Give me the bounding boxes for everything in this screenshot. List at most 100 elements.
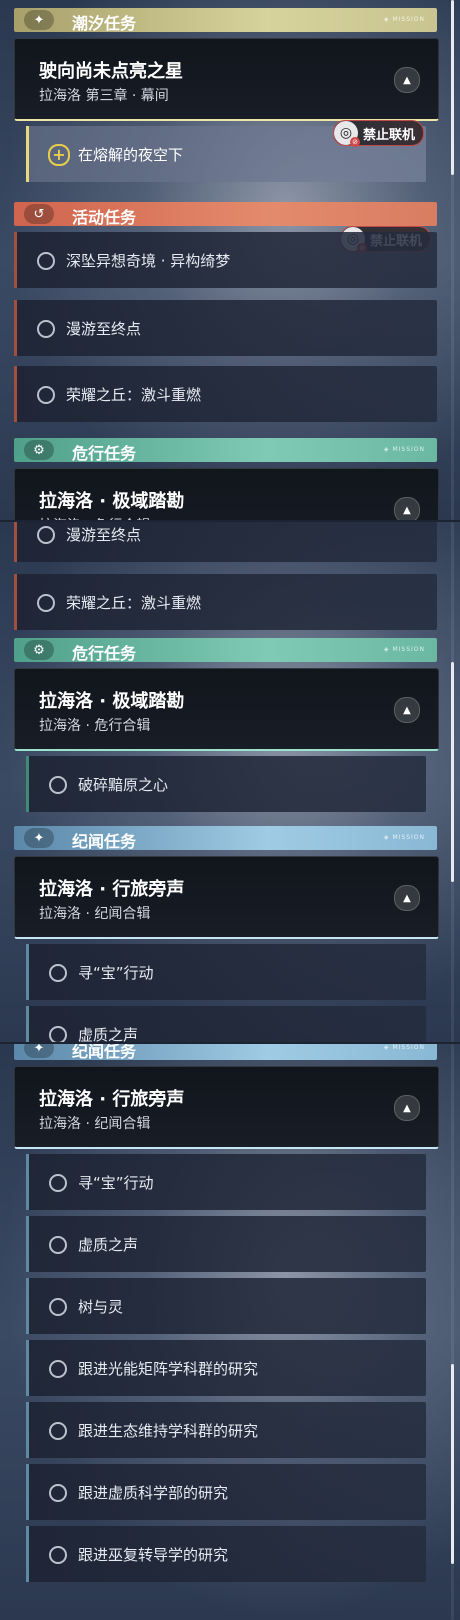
- task-item[interactable]: 跟进生态维持学科群的研究: [26, 1402, 426, 1458]
- circle-icon: [37, 320, 55, 338]
- section-header-tide: ✦ 潮汐任务 ◈ MISSION: [14, 8, 437, 33]
- task-label: 漫游至终点: [66, 526, 142, 544]
- accent-bar: [26, 1154, 29, 1210]
- accent-bar: [14, 300, 17, 356]
- circle-icon: [49, 1546, 67, 1564]
- task-item[interactable]: 跟进光能矩阵学科群的研究: [26, 1340, 426, 1396]
- chapter-subtitle: 拉海洛 · 纪闻合辑: [39, 1116, 151, 1132]
- task-label: 虚质之声: [78, 1236, 139, 1254]
- task-label: 虚质之声: [78, 1026, 139, 1042]
- sparkle-icon: ✦: [24, 1044, 54, 1058]
- circle-icon: [49, 1174, 67, 1192]
- task-label: 荣耀之丘：激斗重燃: [66, 594, 202, 612]
- task-label: 在熔解的夜空下: [78, 146, 184, 164]
- collapse-chevron-icon[interactable]: ▲: [394, 67, 420, 93]
- task-item[interactable]: 寻“宝”行动: [26, 944, 426, 1000]
- section-header-lore: ✦ 纪闻任务 ◈ MISSION: [14, 826, 437, 851]
- task-item[interactable]: 跟进虚质科学部的研究: [26, 1464, 426, 1520]
- task-item[interactable]: 虚质之声: [26, 1006, 426, 1042]
- section-label: 纪闻任务: [72, 1044, 137, 1061]
- task-item[interactable]: 深坠异想奇境 · 异构绮梦: [14, 232, 437, 288]
- sparkle-icon: ✦: [24, 828, 54, 848]
- circle-icon: [49, 1484, 67, 1502]
- section-label: 危行任务: [72, 444, 137, 463]
- collapse-chevron-icon[interactable]: ▲: [394, 697, 420, 723]
- task-label: 破碎黯原之心: [78, 776, 169, 794]
- sparkle-icon: ✦: [24, 10, 54, 30]
- task-label: 荣耀之丘：激斗重燃: [66, 386, 202, 404]
- section-tag: ◈ MISSION: [383, 1044, 425, 1051]
- task-item[interactable]: 虚质之声: [26, 1216, 426, 1272]
- task-item[interactable]: 破碎黯原之心: [26, 756, 426, 812]
- offline-label: 禁止联机: [363, 127, 416, 143]
- accent-bar: [26, 1526, 29, 1582]
- gear-icon: ⚙: [24, 640, 54, 660]
- chapter-card-lore[interactable]: 拉海洛 · 行旅旁声 拉海洛 · 纪闻合辑 ▲: [14, 1066, 439, 1149]
- section-tag: ◈ MISSION: [383, 16, 425, 23]
- accent-bar: [14, 522, 17, 562]
- circle-icon: [37, 594, 55, 612]
- task-item[interactable]: 跟进巫复转导学的研究: [26, 1526, 426, 1582]
- collapse-chevron-icon[interactable]: ▲: [394, 497, 420, 520]
- accent-bar: [14, 366, 17, 422]
- circle-icon: [49, 1236, 67, 1254]
- no-multiplayer-icon: ◎⊘: [334, 121, 360, 147]
- circle-icon: [49, 1422, 67, 1440]
- section-header-danger: ⚙ 危行任务 ◈ MISSION: [14, 438, 437, 463]
- chapter-title: 拉海洛 · 行旅旁声: [39, 879, 185, 900]
- chapter-card-tide[interactable]: 驶向尚未点亮之星 拉海洛 第三章 · 幕间 ▲: [14, 38, 439, 121]
- task-item[interactable]: 漫游至终点: [14, 300, 437, 356]
- section-label: 活动任务: [72, 208, 137, 227]
- circle-icon: [49, 776, 67, 794]
- screenshot-panel-1: ✦ 潮汐任务 ◈ MISSION 驶向尚未点亮之星 拉海洛 第三章 · 幕间 ▲…: [0, 0, 460, 520]
- circle-icon: [49, 1360, 67, 1378]
- offline-badge: ◎⊘ 禁止联机: [333, 120, 425, 147]
- collapse-chevron-icon[interactable]: ▲: [394, 885, 420, 911]
- chapter-title: 驶向尚未点亮之星: [39, 61, 183, 82]
- accent-bar: [14, 232, 17, 288]
- task-label: 跟进巫复转导学的研究: [78, 1546, 229, 1564]
- circle-icon: [49, 1298, 67, 1316]
- task-item[interactable]: 寻“宝”行动: [26, 1154, 426, 1210]
- task-label: 漫游至终点: [66, 320, 142, 338]
- chapter-card-lore[interactable]: 拉海洛 · 行旅旁声 拉海洛 · 纪闻合辑 ▲: [14, 856, 439, 939]
- accent-bar: [26, 1216, 29, 1272]
- accent-bar: [26, 1464, 29, 1520]
- collapse-chevron-icon[interactable]: ▲: [394, 1095, 420, 1121]
- chapter-card-danger[interactable]: 拉海洛 · 极域踏勘 拉海洛 · 危行合辑 ▲: [14, 668, 439, 751]
- accent-bar: [14, 574, 17, 630]
- section-header-lore: ✦ 纪闻任务 ◈ MISSION: [14, 1044, 437, 1061]
- chapter-card-danger[interactable]: 拉海洛 · 极域踏勘 拉海洛 · 危行合辑 ▲: [14, 468, 439, 520]
- task-item[interactable]: 漫游至终点: [14, 522, 437, 562]
- task-item[interactable]: 荣耀之丘：激斗重燃: [14, 574, 437, 630]
- gear-icon: ⚙: [24, 440, 54, 460]
- chapter-subtitle: 拉海洛 · 危行合辑: [39, 718, 151, 734]
- section-label: 危行任务: [72, 644, 137, 663]
- section-tag: ◈ MISSION: [383, 834, 425, 841]
- scrollbar-thumb[interactable]: [451, 1364, 454, 1564]
- accent-bar: [26, 1006, 29, 1042]
- chapter-title: 拉海洛 · 极域踏勘: [39, 691, 185, 712]
- task-label: 跟进生态维持学科群的研究: [78, 1422, 259, 1440]
- accent-bar: [26, 756, 29, 812]
- task-label: 寻“宝”行动: [78, 1174, 154, 1192]
- scrollbar-thumb[interactable]: [451, 0, 454, 175]
- circle-icon: [37, 252, 55, 270]
- section-label: 纪闻任务: [72, 832, 137, 851]
- screenshot-panel-2: 漫游至终点 荣耀之丘：激斗重燃 ⚙ 危行任务 ◈ MISSION 拉海洛 · 极…: [0, 522, 460, 1042]
- accent-bar: [26, 944, 29, 1000]
- accent-bar: [26, 1402, 29, 1458]
- accent-bar: [26, 1340, 29, 1396]
- circle-icon: [37, 386, 55, 404]
- accent-bar: [26, 126, 29, 182]
- circle-icon: [49, 964, 67, 982]
- task-label: 树与灵: [78, 1298, 124, 1316]
- scrollbar-thumb[interactable]: [451, 662, 454, 882]
- accent-bar: [26, 1278, 29, 1334]
- plus-circle-icon: +: [48, 144, 70, 166]
- task-item[interactable]: 树与灵: [26, 1278, 426, 1334]
- section-header-danger: ⚙ 危行任务 ◈ MISSION: [14, 638, 437, 663]
- task-label: 深坠异想奇境 · 异构绮梦: [66, 252, 231, 270]
- task-item[interactable]: 荣耀之丘：激斗重燃: [14, 366, 437, 422]
- chapter-title: 拉海洛 · 极域踏勘: [39, 491, 185, 512]
